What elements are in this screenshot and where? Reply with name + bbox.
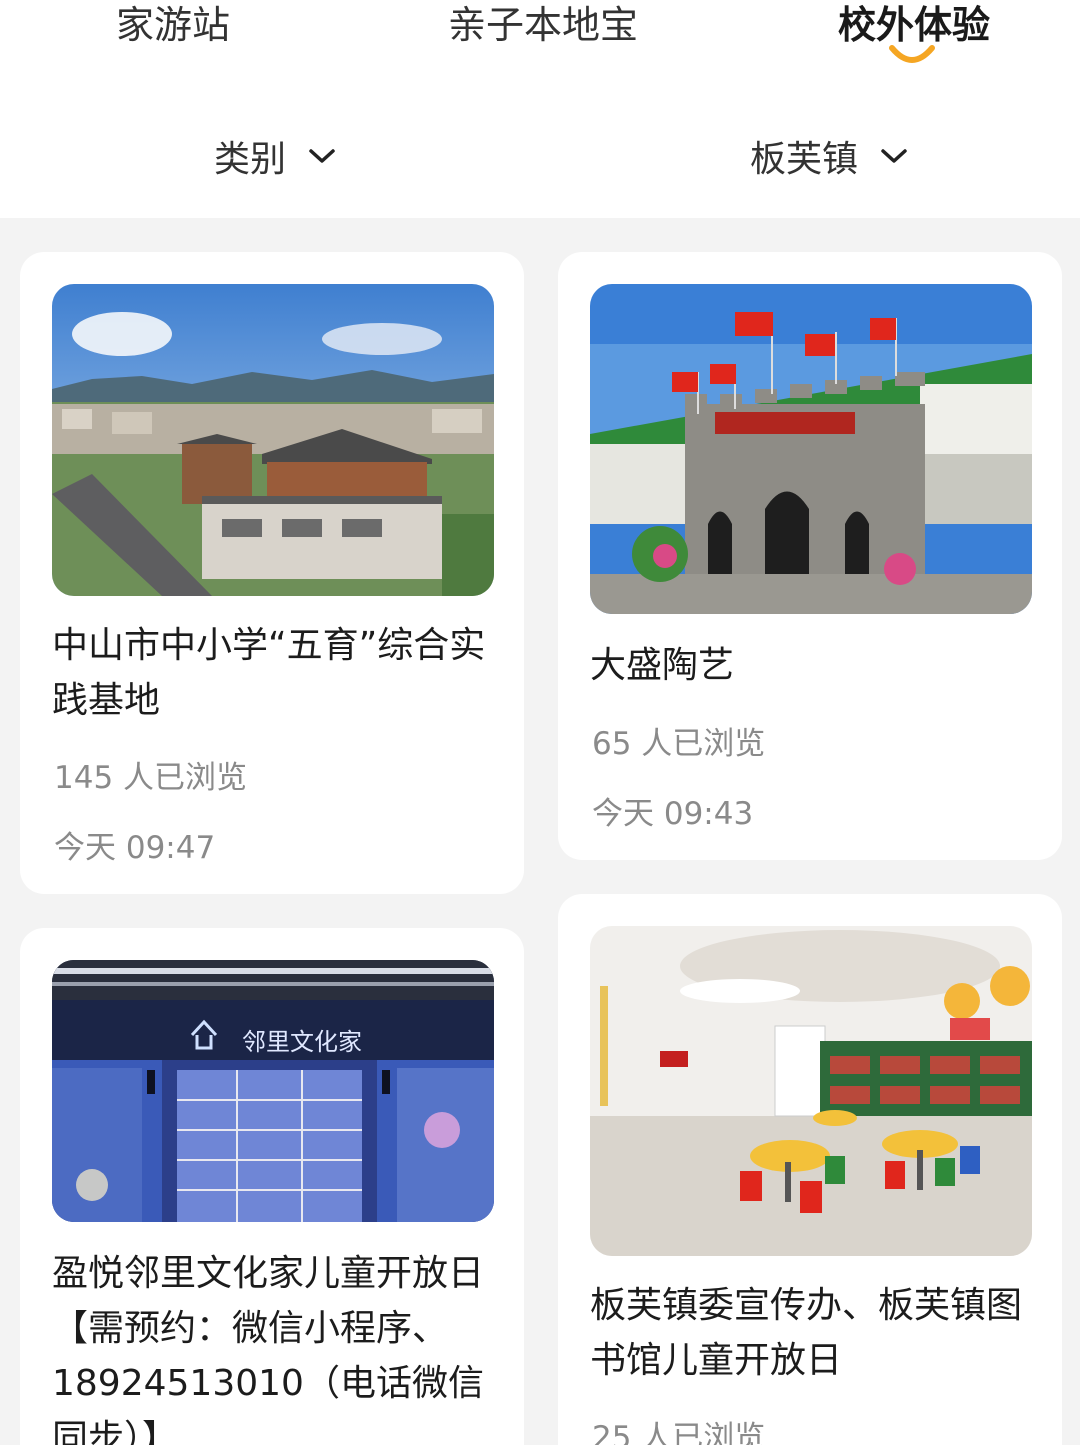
list-item[interactable]: 中山市中小学“五育”综合实践基地 145 人已浏览 今天 09:47 bbox=[20, 252, 524, 894]
card-title: 中山市中小学“五育”综合实践基地 bbox=[52, 625, 486, 721]
card-image-reading-room: 邻里文化家 bbox=[52, 960, 494, 1222]
timestamp: 今天 09:47 bbox=[54, 830, 216, 866]
list-item[interactable]: 板芙镇委宣传办、板芙镇图书馆儿童开放日 25 人已浏览 bbox=[558, 894, 1062, 1445]
tab-parent-child-local[interactable]: 亲子本地宝 bbox=[448, 0, 638, 49]
town-filter-label: 板芙镇 bbox=[750, 139, 859, 180]
chevron-down-icon bbox=[881, 149, 907, 163]
active-tab-indicator bbox=[889, 45, 935, 63]
card-title: 板芙镇委宣传办、板芙镇图书馆儿童开放日 bbox=[590, 1285, 1023, 1381]
card-image-stone-gate bbox=[590, 284, 1032, 614]
tab-family-station[interactable]: 家游站 bbox=[116, 0, 230, 49]
category-filter[interactable]: 类别 bbox=[214, 130, 336, 182]
view-count: 65 人已浏览 bbox=[592, 726, 766, 762]
timestamp: 今天 09:43 bbox=[592, 796, 754, 832]
card-image-library bbox=[590, 926, 1032, 1256]
top-header: 家游站 亲子本地宝 校外体验 类别 板芙镇 bbox=[0, 0, 1080, 218]
list-item[interactable]: 邻里文化家 盈悦邻里文化家儿童开放日【需预约：微信小程序、18924513010… bbox=[20, 928, 524, 1445]
card-title: 大盛陶艺 bbox=[590, 645, 735, 686]
category-filter-label: 类别 bbox=[214, 139, 287, 180]
town-filter[interactable]: 板芙镇 bbox=[750, 130, 908, 182]
view-count: 145 人已浏览 bbox=[54, 760, 248, 796]
shop-sign: 邻里文化家 bbox=[242, 1028, 362, 1056]
list-item[interactable]: 大盛陶艺 65 人已浏览 今天 09:43 bbox=[558, 252, 1062, 860]
view-count: 25 人已浏览 bbox=[592, 1420, 766, 1445]
card-title: 盈悦邻里文化家儿童开放日【需预约：微信小程序、18924513010（电话微信同… bbox=[52, 1253, 485, 1445]
chevron-down-icon bbox=[309, 149, 335, 163]
card-image-aerial-building bbox=[52, 284, 494, 596]
